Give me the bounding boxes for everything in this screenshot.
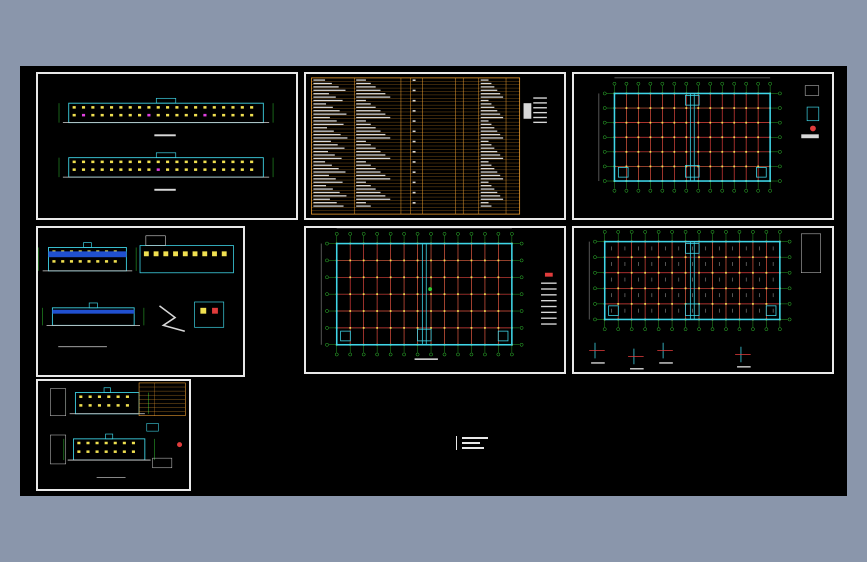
sheet-drawing (588, 230, 821, 370)
sheet-drawing (58, 97, 274, 191)
note-marker (456, 436, 461, 450)
sheet-floor-plan-2[interactable] (304, 226, 566, 374)
sheet-drawing (320, 228, 557, 360)
sheet-side-elevations-details[interactable] (36, 226, 245, 377)
note-text-line-1 (462, 437, 488, 439)
sheet-drawing (598, 77, 820, 193)
drawing-canvas[interactable] (20, 66, 847, 496)
sheet-floor-plan-1[interactable] (572, 72, 834, 220)
sheet-drawing (50, 382, 186, 478)
sheet-drawing (311, 77, 547, 215)
sheet-design-notes-table[interactable] (304, 72, 566, 220)
note-text-line-2 (462, 442, 480, 444)
sheet-roof-plan-details[interactable] (572, 226, 834, 374)
sheet-section-drawings[interactable] (36, 379, 191, 491)
sheet-elevations-front-rear[interactable] (36, 72, 298, 220)
note-text-line-3 (462, 447, 484, 449)
sheet-drawing (38, 235, 234, 348)
